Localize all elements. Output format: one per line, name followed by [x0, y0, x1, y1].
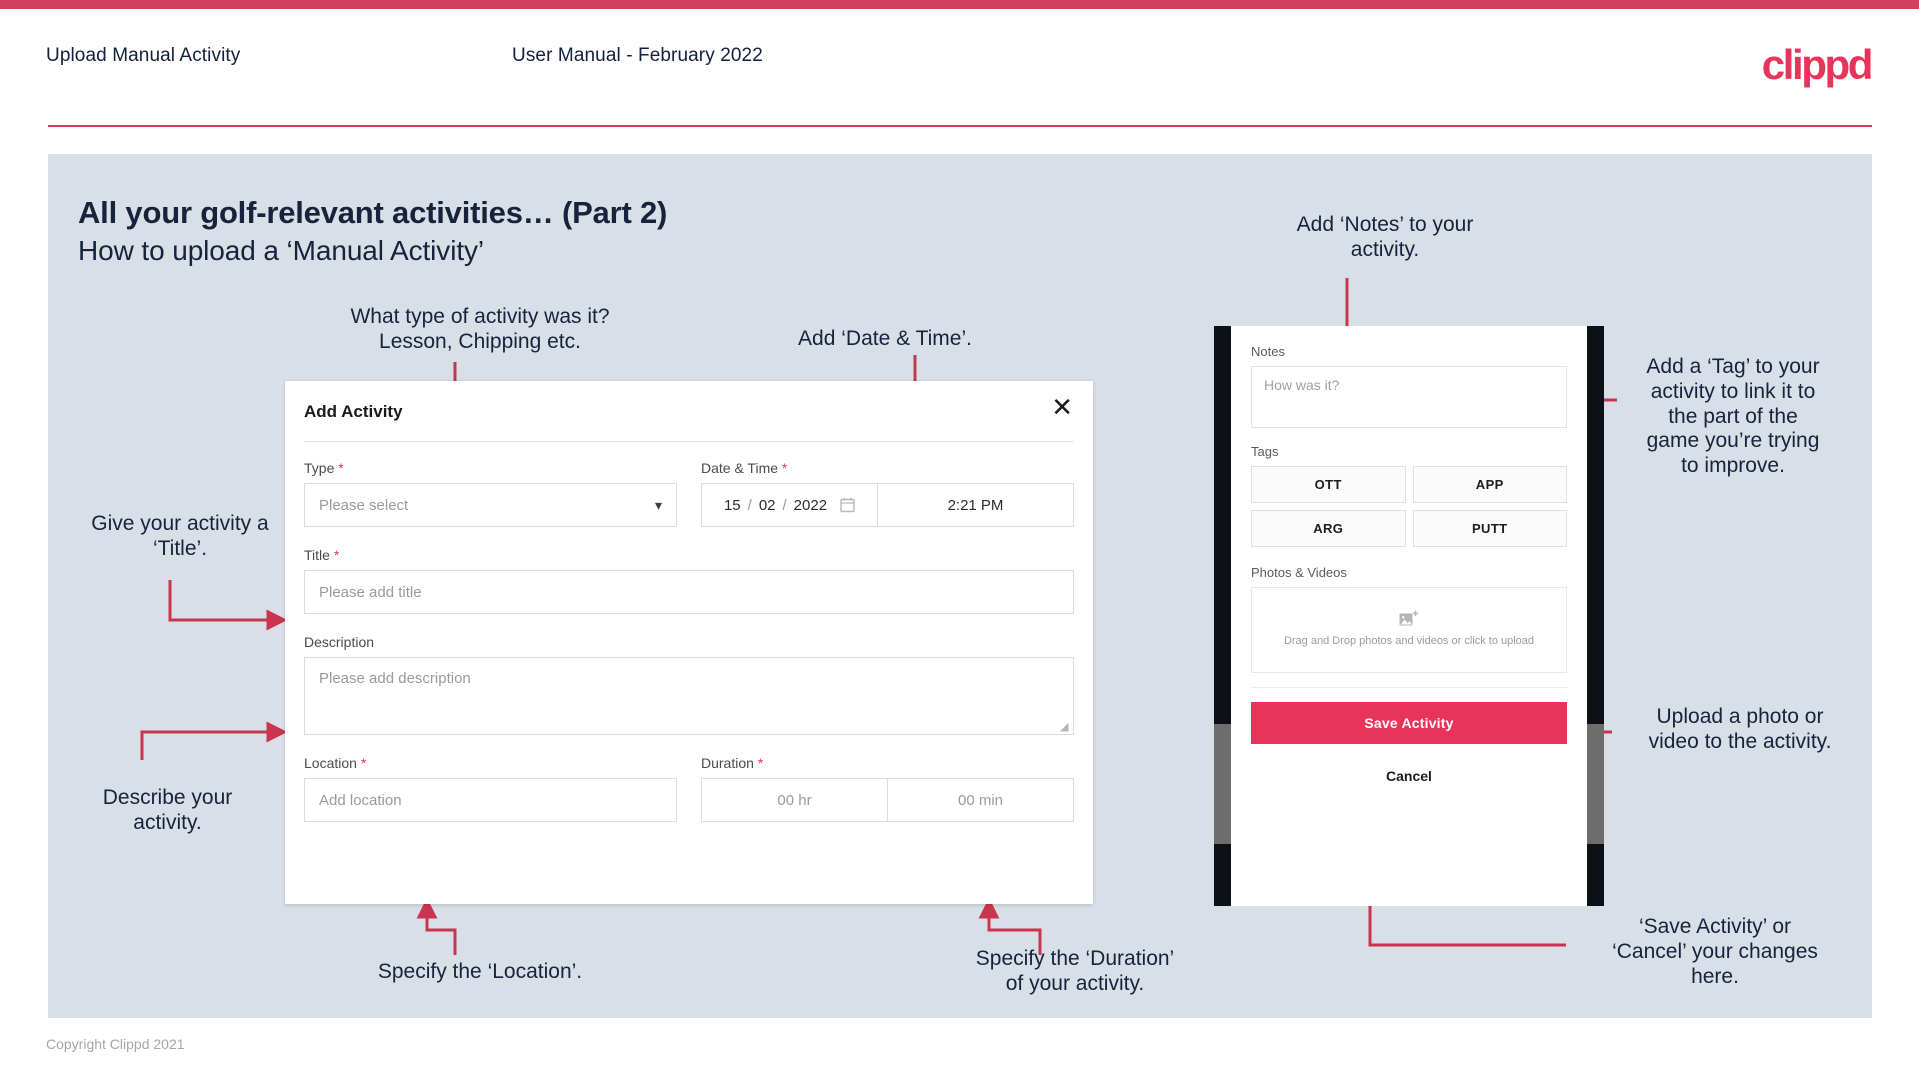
slide-heading: All your golf-relevant activities… (Part…: [78, 195, 668, 230]
annotation-duration: Specify the ‘Duration’ of your activity.: [975, 947, 1175, 995]
top-accent-bar: [0, 0, 1919, 9]
description-input[interactable]: Please add description ◢: [304, 657, 1074, 735]
type-label: Type *: [304, 460, 344, 476]
annotation-notes: Add ‘Notes’ to your activity.: [1296, 213, 1474, 261]
photos-videos-label: Photos & Videos: [1251, 565, 1347, 580]
slide-page: Upload Manual Activity User Manual - Feb…: [0, 0, 1919, 1079]
photo-upload-dropzone[interactable]: Drag and Drop photos and videos or click…: [1251, 587, 1567, 673]
annotation-title: Give your activity a ‘Title’.: [91, 512, 269, 560]
footer-copyright: Copyright Clippd 2021: [46, 1036, 185, 1052]
field-duration: Duration * 00 hr 00 min: [701, 755, 1074, 822]
description-label: Description: [304, 634, 375, 650]
required-marker: *: [360, 755, 367, 771]
annotation-upload: Upload a photo or video to the activity.: [1648, 705, 1832, 753]
required-marker: *: [338, 460, 344, 476]
notes-input[interactable]: How was it?: [1251, 366, 1567, 428]
dialog-title: Add Activity: [304, 402, 403, 421]
notes-placeholder: How was it?: [1264, 377, 1340, 393]
row-location-duration: Location * Add location Duration * 00 hr…: [304, 755, 1074, 822]
dialog-divider: [304, 441, 1074, 442]
required-marker: *: [757, 755, 764, 771]
add-activity-dialog: Add Activity ✕ Type * Please select ▾ Da…: [285, 381, 1093, 904]
field-description: Description Please add description ◢: [304, 634, 1074, 735]
tags-label: Tags: [1251, 444, 1279, 459]
title-placeholder: Please add title: [319, 583, 422, 601]
dialog-body: Type * Please select ▾ Date & Time * 15 …: [304, 460, 1074, 822]
date-month: 02: [758, 496, 776, 514]
location-placeholder: Add location: [319, 791, 402, 809]
type-placeholder: Please select: [319, 496, 409, 514]
date-input[interactable]: 15 / 02 / 2022: [702, 484, 878, 526]
field-location: Location * Add location: [304, 755, 677, 822]
close-icon[interactable]: ✕: [1051, 394, 1073, 420]
clippd-logo: clippd: [1761, 41, 1874, 88]
calendar-icon[interactable]: [840, 497, 855, 513]
row-type-datetime: Type * Please select ▾ Date & Time * 15 …: [304, 460, 1074, 527]
type-select[interactable]: Please select ▾: [304, 483, 677, 527]
phone-mockup: Notes How was it? Tags OTT APP ARG PUTT …: [1214, 326, 1604, 906]
chevron-down-icon: ▾: [654, 496, 662, 513]
date-sep-2: /: [782, 496, 787, 514]
field-type: Type * Please select ▾: [304, 460, 677, 527]
title-input[interactable]: Please add title: [304, 570, 1074, 614]
duration-hours-input[interactable]: 00 hr: [702, 779, 887, 821]
add-image-icon: [1399, 611, 1419, 626]
datetime-label: Date & Time *: [701, 460, 788, 476]
dialog-header: Add Activity ✕: [285, 381, 1093, 443]
datetime-group: 15 / 02 / 2022 2:21 PM: [701, 483, 1074, 527]
duration-minutes-input[interactable]: 00 min: [887, 779, 1073, 821]
page-title: Upload Manual Activity: [46, 45, 241, 66]
tag-arg[interactable]: ARG: [1251, 510, 1406, 547]
row-description: Description Please add description ◢: [304, 634, 1074, 735]
description-placeholder: Please add description: [319, 670, 471, 687]
date-year: 2022: [793, 496, 828, 514]
location-label: Location *: [304, 755, 367, 771]
field-datetime: Date & Time * 15 / 02 / 2022 2:21 PM: [701, 460, 1074, 527]
annotation-type: What type of activity was it? Lesson, Ch…: [350, 305, 610, 353]
tag-ott[interactable]: OTT: [1251, 466, 1406, 503]
slide-subheading: How to upload a ‘Manual Activity’: [78, 235, 485, 266]
phone-divider: [1251, 687, 1567, 688]
annotation-location: Specify the ‘Location’.: [377, 960, 583, 983]
phone-left-scrollbar[interactable]: [1214, 724, 1231, 844]
phone-right-scrollbar[interactable]: [1587, 724, 1604, 844]
upload-hint-text: Drag and Drop photos and videos or click…: [1283, 635, 1535, 648]
field-title: Title * Please add title: [304, 547, 1074, 614]
tag-putt[interactable]: PUTT: [1412, 510, 1567, 547]
date-day: 15: [723, 496, 741, 514]
annotation-datetime: Add ‘Date & Time’.: [798, 327, 972, 350]
required-marker: *: [781, 460, 788, 476]
phone-screen: Notes How was it? Tags OTT APP ARG PUTT …: [1231, 326, 1587, 906]
annotation-describe: Describe your activity.: [102, 786, 233, 834]
duration-label: Duration *: [701, 755, 764, 771]
annotation-tag: Add a ‘Tag’ to your activity to link it …: [1646, 355, 1820, 478]
resize-handle-icon[interactable]: ◢: [1060, 722, 1070, 733]
header-divider: [48, 125, 1872, 127]
notes-label: Notes: [1251, 344, 1285, 359]
save-activity-button[interactable]: Save Activity: [1251, 702, 1567, 744]
cancel-button[interactable]: Cancel: [1251, 768, 1567, 784]
tags-group: OTT APP ARG PUTT: [1251, 466, 1567, 547]
required-marker: *: [333, 547, 340, 563]
tag-app[interactable]: APP: [1412, 466, 1567, 503]
row-title: Title * Please add title: [304, 547, 1074, 614]
annotation-save: ‘Save Activity’ or ‘Cancel’ your changes…: [1612, 915, 1818, 988]
time-input[interactable]: 2:21 PM: [878, 484, 1073, 526]
title-label: Title *: [304, 547, 340, 563]
duration-group: 00 hr 00 min: [701, 778, 1074, 822]
location-input[interactable]: Add location: [304, 778, 677, 822]
header-subtitle: User Manual - February 2022: [512, 45, 763, 66]
date-sep-1: /: [747, 496, 752, 514]
